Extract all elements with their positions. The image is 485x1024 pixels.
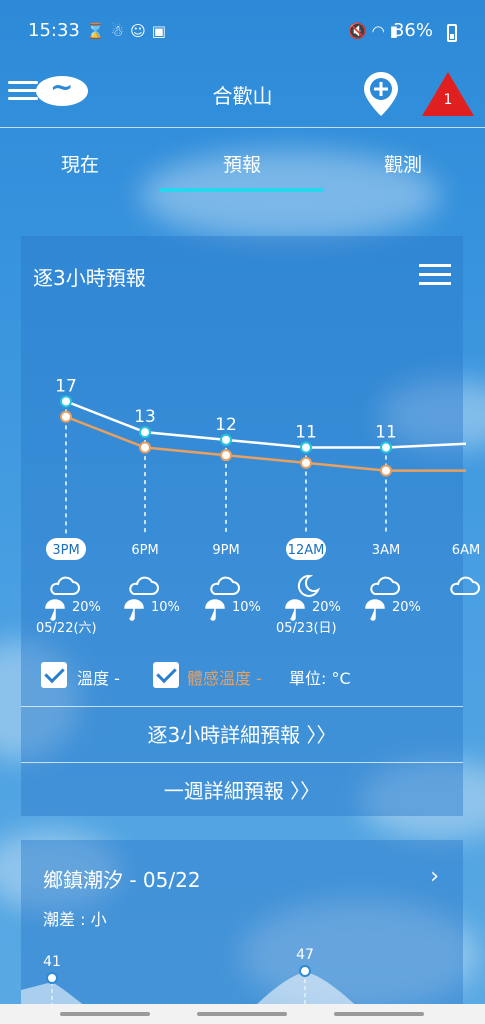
feel-temp-legend-label: 體感溫度 - (187, 669, 262, 688)
status-time: 15:33 (28, 20, 80, 41)
temp-point (220, 433, 232, 446)
cloudy-moon-icon (370, 576, 400, 595)
hourly-detail-link[interactable]: 逐3小時詳細預報 〉〉 (21, 706, 463, 762)
app-header: 合歡山 1 (0, 64, 485, 128)
cloudy-icon (450, 576, 480, 595)
feel-temp-checkbox[interactable] (153, 662, 179, 688)
nav-home-button[interactable] (197, 1012, 287, 1016)
forecast-card: 逐3小時預報 17 13 12 11 11 3PM 20% 6PM 10% 9PM 10% 12AM 2… (21, 236, 480, 818)
temp-value-label: 13 (134, 407, 156, 427)
feel-temp-point (60, 410, 72, 423)
temp-point (380, 441, 392, 454)
cloudy-moon-icon (129, 576, 159, 595)
chart-legend: 溫度 - 體感溫度 - 單位: °C (41, 660, 461, 694)
warning-count: 1 (443, 92, 453, 108)
forecast-card-title: 逐3小時預報 (33, 266, 146, 290)
rain-probability: 10% (151, 600, 180, 615)
temp-value-label: 12 (215, 415, 237, 435)
notification-icons: ⌛☃☺▣ (86, 22, 172, 40)
feel-temp-point (300, 456, 312, 469)
umbrella-icon (365, 599, 385, 621)
temp-checkbox[interactable] (41, 662, 67, 688)
date-label: 05/23(日) (276, 621, 337, 636)
tide-peak-label: 41 (43, 954, 61, 970)
tide-card[interactable]: 鄉鎮潮汐 - 05/22 › 潮差 : 小 41 47 (21, 840, 463, 1010)
rain-probability: 20% (312, 600, 341, 615)
time-label: 3PM (52, 543, 79, 558)
umbrella-icon (45, 599, 65, 621)
time-label: 6AM (452, 543, 480, 558)
unit-label: 單位: °C (289, 669, 351, 688)
status-bar: 15:33 ⌛☃☺▣ 🔇◠▮ 36% (0, 0, 485, 64)
cloudy-moon-icon (210, 576, 240, 595)
battery-icon (447, 24, 457, 42)
tab-observation[interactable]: 觀測 (343, 150, 463, 177)
partly-cloudy-sun-icon (50, 576, 80, 595)
temp-point (300, 441, 312, 454)
tab-forecast[interactable]: 預報 (182, 150, 302, 177)
temp-legend-label: 溫度 - (77, 669, 120, 688)
temp-value-label: 11 (375, 423, 397, 443)
time-label: 9PM (212, 543, 239, 558)
temp-value-label: 17 (55, 376, 77, 396)
time-label: 6PM (131, 543, 158, 558)
battery-percent: 36% (392, 20, 433, 41)
weekly-detail-link[interactable]: 一週詳細預報 〉〉 (21, 762, 463, 818)
rain-probability: 10% (232, 600, 261, 615)
tide-chart: 41 47 (21, 947, 361, 1010)
temp-value-label: 11 (295, 423, 317, 443)
moon-icon (297, 574, 321, 597)
tab-bar: 現在 預報 觀測 (0, 128, 485, 194)
warning-button[interactable]: 1 (420, 70, 476, 118)
forecast-menu-button[interactable] (419, 264, 451, 291)
umbrella-icon (124, 599, 144, 621)
feel-temp-point (139, 441, 151, 454)
feel-temp-point (220, 449, 232, 462)
location-title: 合歡山 (212, 84, 273, 108)
umbrella-icon (205, 599, 225, 621)
tab-now[interactable]: 現在 (20, 150, 140, 177)
tab-indicator (160, 188, 324, 192)
location-pin-plus-icon (364, 72, 398, 116)
feel-temp-point (380, 464, 392, 477)
rain-probability: 20% (72, 600, 101, 615)
time-label: 12AM (288, 543, 325, 558)
date-label: 05/22(六) (36, 621, 97, 636)
rain-probability: 20% (392, 600, 421, 615)
temp-point (139, 426, 151, 439)
tide-peak-label: 47 (296, 947, 314, 963)
system-nav-bar (0, 1004, 485, 1024)
temp-point (60, 395, 72, 408)
time-label: 3AM (372, 543, 400, 558)
umbrella-icon (285, 599, 305, 621)
add-location-button[interactable] (362, 70, 400, 118)
nav-back-button[interactable] (334, 1012, 424, 1016)
nav-recent-button[interactable] (60, 1012, 150, 1016)
